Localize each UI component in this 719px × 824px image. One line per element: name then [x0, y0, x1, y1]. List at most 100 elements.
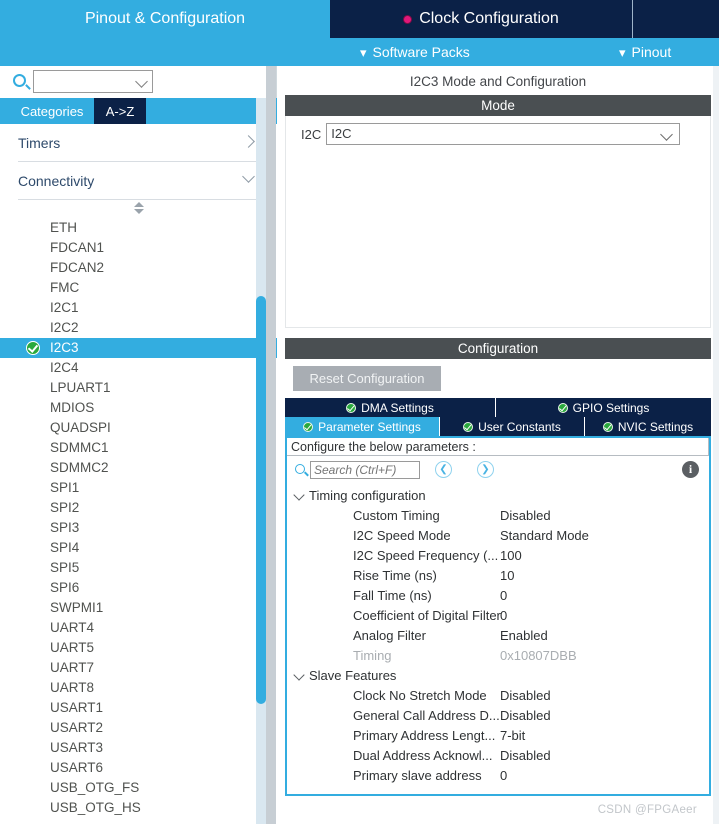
sidebar-item-uart4[interactable]: UART4 — [0, 618, 277, 638]
sidebar-item-spi2[interactable]: SPI2 — [0, 498, 277, 518]
param-group-timing-configuration[interactable]: Timing configuration — [287, 485, 709, 505]
param-row[interactable]: I2C Speed Mode Standard Mode — [287, 525, 709, 545]
sidebar-item-label: I2C1 — [50, 300, 79, 315]
param-value[interactable]: Disabled — [500, 708, 551, 723]
sidebar-item-lpuart1[interactable]: LPUART1 — [0, 378, 277, 398]
sidebar-item-spi5[interactable]: SPI5 — [0, 558, 277, 578]
tab-bar-filler — [633, 0, 719, 38]
param-value[interactable]: 0 — [500, 768, 507, 783]
sidebar-item-swpmi1[interactable]: SWPMI1 — [0, 598, 277, 618]
peripheral-tree: Timers Connectivity ETH FDCAN1 FDCAN2 FMC I2… — [0, 124, 277, 824]
sidebar-item-i2c1[interactable]: I2C1 — [0, 298, 277, 318]
tab-user-constants[interactable]: User Constants — [440, 417, 585, 436]
panel-splitter-handle[interactable] — [0, 200, 277, 216]
tab-nvic-settings[interactable]: NVIC Settings — [585, 417, 711, 436]
menu-pinout-label: Pinout — [631, 44, 672, 60]
sidebar-item-quadspi[interactable]: QUADSPI — [0, 418, 277, 438]
sidebar-item-uart5[interactable]: UART5 — [0, 638, 277, 658]
param-value[interactable]: Standard Mode — [500, 528, 589, 543]
sidebar-item-label: ETH — [50, 220, 77, 235]
tab-nvic-settings-label: NVIC Settings — [617, 419, 694, 434]
param-row[interactable]: Rise Time (ns) 10 — [287, 565, 709, 585]
sidebar-item-usart2[interactable]: USART2 — [0, 718, 277, 738]
sidebar-item-label: FDCAN2 — [50, 260, 105, 275]
tab-gpio-settings[interactable]: GPIO Settings — [496, 398, 711, 417]
param-group-slave-features[interactable]: Slave Features — [287, 665, 709, 685]
tab-clock-configuration[interactable]: Clock Configuration — [330, 0, 633, 38]
sidebar-item-mdios[interactable]: MDIOS — [0, 398, 277, 418]
sidebar-item-eth[interactable]: ETH — [0, 218, 277, 238]
sidebar-item-usart3[interactable]: USART3 — [0, 738, 277, 758]
sidebar-item-label: UART4 — [50, 620, 95, 635]
mode-select[interactable]: I2C — [326, 123, 681, 145]
chevron-left-circle-icon[interactable]: ❮ — [435, 461, 452, 478]
sidebar-item-sdmmc2[interactable]: SDMMC2 — [0, 458, 277, 478]
param-value[interactable]: 100 — [500, 548, 522, 563]
sidebar-item-uart8[interactable]: UART8 — [0, 678, 277, 698]
param-row[interactable]: Clock No Stretch Mode Disabled — [287, 685, 709, 705]
sidebar-item-usb_otg_hs[interactable]: USB_OTG_HS — [0, 798, 277, 818]
sidebar-item-uart7[interactable]: UART7 — [0, 658, 277, 678]
reset-configuration-button[interactable]: Reset Configuration — [293, 366, 441, 391]
sidebar-group-connectivity[interactable]: Connectivity — [18, 162, 259, 200]
error-dot-icon — [403, 14, 413, 24]
param-row[interactable]: Custom Timing Disabled — [287, 505, 709, 525]
tab-parameter-settings[interactable]: Parameter Settings — [285, 417, 440, 436]
param-value[interactable]: 0 — [500, 588, 507, 603]
param-row[interactable]: Dual Address Acknowl... Disabled — [287, 745, 709, 765]
param-row[interactable]: Coefficient of Digital Filter 0 — [287, 605, 709, 625]
sidebar-item-usart1[interactable]: USART1 — [0, 698, 277, 718]
sidebar-item-i2c2[interactable]: I2C2 — [0, 318, 277, 338]
sidebar-item-i2c3[interactable]: I2C3 — [0, 338, 277, 358]
sidebar-item-usart6[interactable]: USART6 — [0, 758, 277, 778]
tab-categories[interactable]: Categories — [10, 98, 94, 124]
param-value[interactable]: 10 — [500, 568, 514, 583]
tab-dma-settings-label: DMA Settings — [361, 400, 434, 415]
sidebar-item-spi3[interactable]: SPI3 — [0, 518, 277, 538]
parameter-search-input[interactable] — [310, 461, 420, 479]
param-value[interactable]: 0x10807DBB — [500, 648, 577, 663]
param-row[interactable]: Primary Address Lengt... 7-bit — [287, 725, 709, 745]
param-value[interactable]: Disabled — [500, 688, 551, 703]
param-value[interactable]: Enabled — [500, 628, 548, 643]
param-value[interactable]: Disabled — [500, 508, 551, 523]
param-value[interactable]: 0 — [500, 608, 507, 623]
sidebar-item-spi1[interactable]: SPI1 — [0, 478, 277, 498]
tab-dma-settings[interactable]: DMA Settings — [285, 398, 496, 417]
sidebar-item-label: SDMMC2 — [50, 460, 109, 475]
param-row[interactable]: General Call Address D... Disabled — [287, 705, 709, 725]
sidebar-item-fdcan2[interactable]: FDCAN2 — [0, 258, 277, 278]
param-row[interactable]: Timing 0x10807DBB — [287, 645, 709, 665]
param-name: Timing — [353, 647, 392, 663]
sidebar-item-label: SPI4 — [50, 540, 80, 555]
param-row[interactable]: Primary slave address 0 — [287, 765, 709, 785]
param-row[interactable]: Fall Time (ns) 0 — [287, 585, 709, 605]
sidebar-item-label: SPI5 — [50, 560, 80, 575]
sidebar-scrollbar-thumb[interactable] — [256, 296, 266, 704]
param-row[interactable]: I2C Speed Frequency (... 100 — [287, 545, 709, 565]
parameter-search-row: ❮ ❯ i — [287, 457, 709, 482]
chevron-right-circle-icon[interactable]: ❯ — [477, 461, 494, 478]
tab-categories-label: Categories — [20, 103, 84, 119]
tab-a-to-z[interactable]: A->Z — [94, 98, 146, 124]
sidebar-item-spi6[interactable]: SPI6 — [0, 578, 277, 598]
menu-pinout[interactable]: ▾ Pinout — [619, 38, 671, 66]
mode-select-value: I2C — [331, 126, 352, 141]
info-icon[interactable]: i — [682, 461, 699, 478]
param-row[interactable]: Analog Filter Enabled — [287, 625, 709, 645]
sidebar-item-fmc[interactable]: FMC — [0, 278, 277, 298]
sidebar-item-fdcan1[interactable]: FDCAN1 — [0, 238, 277, 258]
sidebar-item-i2c4[interactable]: I2C4 — [0, 358, 277, 378]
sidebar-group-timers[interactable]: Timers — [18, 124, 259, 162]
peripheral-list: ETH FDCAN1 FDCAN2 FMC I2C1 I2C2 I2C3 I2C4 LPUART… — [0, 218, 277, 818]
sidebar-item-spi4[interactable]: SPI4 — [0, 538, 277, 558]
tab-pinout-configuration[interactable]: Pinout & Configuration — [0, 0, 330, 38]
sidebar-item-sdmmc1[interactable]: SDMMC1 — [0, 438, 277, 458]
chevron-down-icon — [660, 128, 674, 141]
param-name: Coefficient of Digital Filter — [353, 607, 501, 623]
param-value[interactable]: 7-bit — [500, 728, 525, 743]
sidebar-item-usb_otg_fs[interactable]: USB_OTG_FS — [0, 778, 277, 798]
main-scrollbar-track[interactable] — [713, 66, 719, 824]
param-value[interactable]: Disabled — [500, 748, 551, 763]
menu-software-packs[interactable]: ▾ Software Packs — [360, 38, 470, 66]
